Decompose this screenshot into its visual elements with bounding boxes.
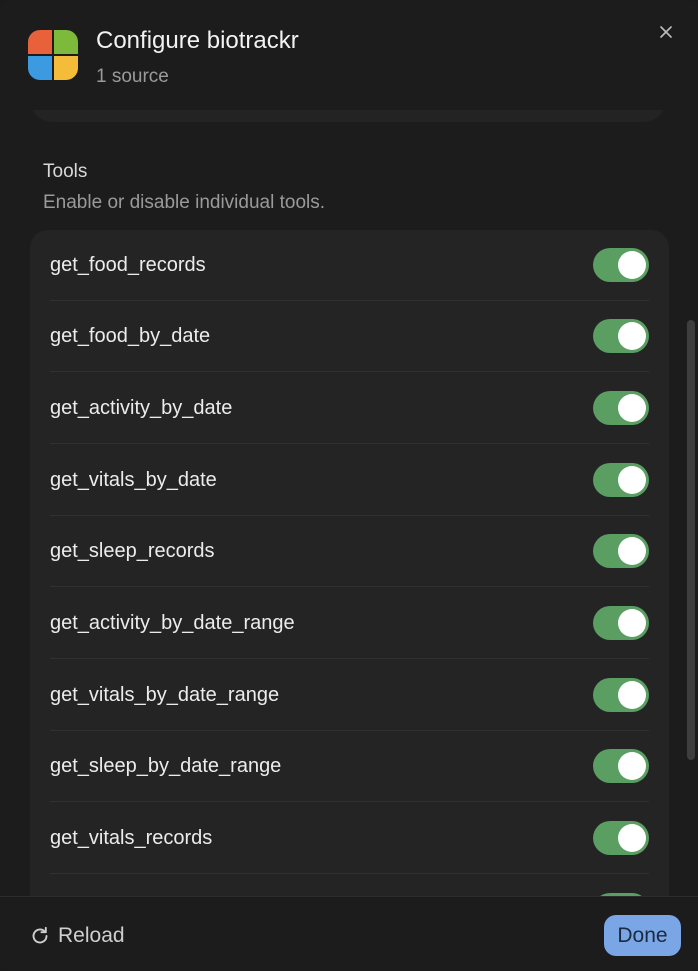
close-button[interactable] xyxy=(654,20,678,44)
tool-name: get_activity_by_date_range xyxy=(50,612,295,634)
tool-row: get_activity_by_date_range xyxy=(50,588,649,659)
tool-name: get_vitals_by_date_range xyxy=(50,684,280,706)
tool-row: get_vitals_by_date_range xyxy=(50,660,649,731)
tool-row: get_vitals_records xyxy=(50,803,649,874)
tool-toggle[interactable] xyxy=(593,534,649,568)
toggle-knob xyxy=(618,394,646,422)
toggle-knob xyxy=(618,537,646,565)
tool-row xyxy=(50,875,649,896)
toggle-knob xyxy=(618,466,646,494)
toggle-knob xyxy=(618,824,646,852)
tool-toggle[interactable] xyxy=(593,678,649,712)
toggle-knob xyxy=(618,251,646,279)
scrollbar-thumb[interactable] xyxy=(687,320,695,760)
tool-toggle[interactable] xyxy=(593,319,649,353)
tool-toggle[interactable] xyxy=(593,749,649,783)
tools-list: get_food_records get_food_by_date get_ac… xyxy=(30,230,669,896)
configure-dialog: Tools Enable or disable individual tools… xyxy=(0,0,698,971)
tool-name: get_sleep_by_date_range xyxy=(50,755,282,777)
logo-quadrant xyxy=(54,30,78,54)
scroll-content[interactable]: Tools Enable or disable individual tools… xyxy=(0,0,698,896)
tool-name: get_food_by_date xyxy=(50,325,211,347)
tool-toggle[interactable] xyxy=(593,463,649,497)
tool-name: get_sleep_records xyxy=(50,540,215,562)
tool-toggle[interactable] xyxy=(593,391,649,425)
tool-toggle[interactable] xyxy=(593,248,649,282)
toggle-knob xyxy=(618,322,646,350)
app-logo-icon xyxy=(28,30,78,80)
dialog-title: Configure biotrackr xyxy=(96,27,299,54)
logo-quadrant xyxy=(28,56,52,80)
dialog-footer: Reload Done xyxy=(0,896,698,971)
done-button[interactable]: Done xyxy=(604,915,681,956)
tool-name: get_activity_by_date xyxy=(50,397,233,419)
tools-section-title: Tools xyxy=(43,161,88,182)
tool-name: get_food_records xyxy=(50,254,206,276)
tool-row: get_food_by_date xyxy=(50,301,649,372)
tool-name: get_vitals_by_date xyxy=(50,469,217,491)
toggle-knob xyxy=(618,609,646,637)
tool-row: get_activity_by_date xyxy=(50,373,649,444)
tool-toggle[interactable] xyxy=(593,606,649,640)
tool-toggle[interactable] xyxy=(593,821,649,855)
toggle-knob xyxy=(618,752,646,780)
toggle-knob xyxy=(618,681,646,709)
tool-row: get_sleep_records xyxy=(50,516,649,587)
tool-row: get_food_records xyxy=(50,230,649,301)
tool-row: get_vitals_by_date xyxy=(50,445,649,516)
dialog-subtitle: 1 source xyxy=(96,66,169,87)
reload-label: Reload xyxy=(58,924,125,947)
close-icon xyxy=(660,26,672,38)
tools-section-description: Enable or disable individual tools. xyxy=(43,192,326,213)
reload-button[interactable]: Reload xyxy=(30,921,125,951)
logo-quadrant xyxy=(54,56,78,80)
reload-icon xyxy=(32,926,48,944)
tool-row: get_sleep_by_date_range xyxy=(50,731,649,802)
logo-quadrant xyxy=(28,30,52,54)
dialog-header: Configure biotrackr 1 source xyxy=(0,0,698,110)
scrollbar[interactable] xyxy=(684,110,698,896)
tool-name: get_vitals_records xyxy=(50,827,213,849)
